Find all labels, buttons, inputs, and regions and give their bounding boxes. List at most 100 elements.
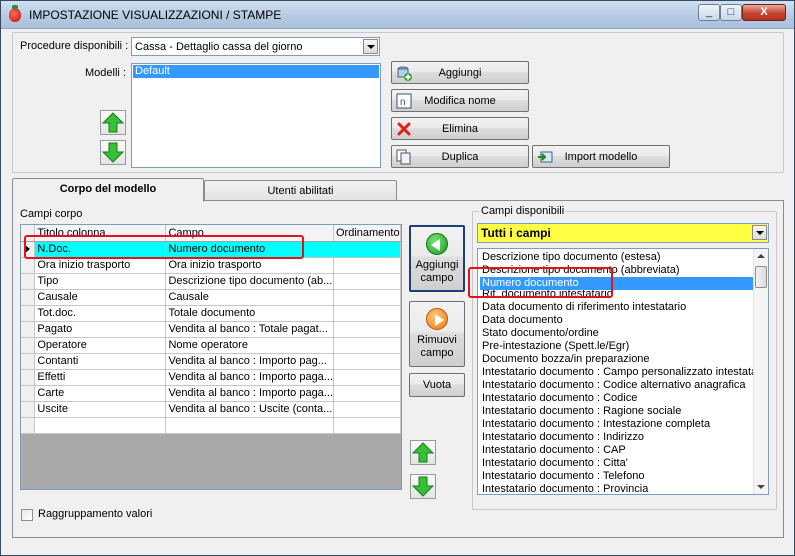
move-field-down-button[interactable] (410, 474, 436, 499)
scroll-up-icon[interactable] (757, 254, 765, 258)
maximize-button[interactable]: □ (720, 4, 742, 21)
column-header-title[interactable]: Titolo colonna (34, 225, 167, 242)
column-header-field[interactable]: Campo (165, 225, 334, 242)
cell-title[interactable]: Uscite (34, 401, 167, 418)
cell-order[interactable] (333, 401, 401, 418)
table-row-empty[interactable] (21, 417, 401, 434)
list-item[interactable]: Stato documento/ordine (480, 327, 756, 340)
add-model-button[interactable]: Aggiungi (391, 61, 529, 84)
import-model-button[interactable]: Import modello (532, 145, 670, 168)
table-row[interactable]: Carte Vendita al banco : Importo paga... (21, 385, 401, 402)
cell-field[interactable]: Ora inizio trasporto (165, 257, 334, 274)
column-header-order[interactable]: Ordinamento (333, 225, 401, 242)
grouping-checkbox[interactable] (21, 509, 33, 521)
table-row[interactable]: N.Doc. Numero documento (21, 241, 401, 258)
models-list[interactable]: Default (131, 63, 381, 168)
table-row[interactable]: Pagato Vendita al banco : Totale pagat..… (21, 321, 401, 338)
list-item[interactable]: Intestatario documento : Telefono (480, 470, 756, 483)
cell-field[interactable]: Vendita al banco : Totale pagat... (165, 321, 334, 338)
chevron-down-icon[interactable] (752, 225, 767, 240)
cell-order[interactable] (333, 305, 401, 322)
move-model-down-button[interactable] (100, 140, 126, 165)
cell-title[interactable]: Tot.doc. (34, 305, 167, 322)
list-item[interactable]: Documento bozza/in preparazione (480, 353, 756, 366)
table-row[interactable]: Causale Causale (21, 289, 401, 306)
table-row[interactable]: Tot.doc. Totale documento (21, 305, 401, 322)
close-button[interactable]: X (742, 4, 786, 21)
cell-title[interactable] (34, 417, 167, 434)
cell-order[interactable] (333, 289, 401, 306)
fields-filter-select[interactable]: Tutti i campi (477, 223, 769, 243)
list-item[interactable]: Intestatario documento : CAP (480, 444, 756, 457)
list-item[interactable]: Descrizione tipo documento (estesa) (480, 251, 756, 264)
cell-field[interactable]: Numero documento (165, 241, 334, 258)
body-fields-grid[interactable]: Titolo colonna Campo Ordinamento N.Doc. … (20, 224, 402, 490)
list-item[interactable]: Intestatario documento : Citta' (480, 457, 756, 470)
cell-field[interactable]: Causale (165, 289, 334, 306)
cell-field[interactable]: Descrizione tipo documento (ab... (165, 273, 334, 290)
procedures-select[interactable]: Cassa - Dettaglio cassa del giorno (131, 37, 380, 56)
cell-order[interactable] (333, 369, 401, 386)
chevron-down-icon[interactable] (363, 39, 378, 54)
list-item[interactable]: Rif. documento intestatario (480, 290, 756, 298)
title-bar[interactable]: IMPOSTAZIONE VISUALIZZAZIONI / STAMPE _ … (1, 1, 794, 29)
cell-order[interactable] (333, 241, 401, 258)
table-row[interactable]: Effetti Vendita al banco : Importo paga.… (21, 369, 401, 386)
scroll-thumb[interactable] (755, 266, 767, 288)
cell-title[interactable]: Causale (34, 289, 167, 306)
cell-field[interactable]: Vendita al banco : Importo paga... (165, 369, 334, 386)
cell-field[interactable] (165, 417, 334, 434)
scroll-down-icon[interactable] (757, 485, 765, 489)
cell-title[interactable]: Carte (34, 385, 167, 402)
list-item[interactable]: Intestatario documento : Indirizzo (480, 431, 756, 444)
cell-title[interactable]: Effetti (34, 369, 167, 386)
fields-list-scrollbar[interactable] (753, 249, 768, 494)
cell-field[interactable]: Totale documento (165, 305, 334, 322)
cell-field[interactable]: Vendita al banco : Importo paga... (165, 385, 334, 402)
list-item[interactable]: Intestatario documento : Codice (480, 392, 756, 405)
cell-order[interactable] (333, 385, 401, 402)
list-item[interactable]: Intestatario documento : Codice alternat… (480, 379, 756, 392)
empty-button[interactable]: Vuota (409, 373, 465, 397)
table-row[interactable]: Ora inizio trasporto Ora inizio trasport… (21, 257, 401, 274)
list-item[interactable]: Intestatario documento : Campo personali… (480, 366, 756, 379)
table-row[interactable]: Contanti Vendita al banco : Importo pag.… (21, 353, 401, 370)
cell-field[interactable]: Vendita al banco : Uscite (conta... (165, 401, 334, 418)
cell-field[interactable]: Vendita al banco : Importo pag... (165, 353, 334, 370)
cell-title[interactable]: Ora inizio trasporto (34, 257, 167, 274)
available-fields-list[interactable]: Descrizione tipo documento (estesa) Desc… (477, 248, 769, 495)
cell-title[interactable]: Pagato (34, 321, 167, 338)
remove-field-button[interactable]: Rimuovi campo (409, 301, 465, 367)
list-item[interactable]: Intestatario documento : Ragione sociale (480, 405, 756, 418)
duplicate-model-button[interactable]: Duplica (391, 145, 529, 168)
tab-enabled-users[interactable]: Utenti abilitati (204, 180, 397, 202)
cell-order[interactable] (333, 257, 401, 274)
list-item-selected[interactable]: Numero documento (480, 277, 756, 290)
list-item[interactable]: Intestatario documento : Intestazione co… (480, 418, 756, 431)
cell-field[interactable]: Nome operatore (165, 337, 334, 354)
cell-order[interactable] (333, 353, 401, 370)
rename-model-button[interactable]: n Modifica nome (391, 89, 529, 112)
list-item[interactable]: Data documento di riferimento intestatar… (480, 301, 756, 314)
tab-body-model[interactable]: Corpo del modello (12, 178, 204, 202)
cell-order[interactable] (333, 337, 401, 354)
list-item[interactable]: Data documento (480, 314, 756, 327)
cell-title[interactable]: Tipo (34, 273, 167, 290)
move-field-up-button[interactable] (410, 440, 436, 465)
cell-title[interactable]: Contanti (34, 353, 167, 370)
cell-order[interactable] (333, 273, 401, 290)
cell-order[interactable] (333, 417, 401, 434)
cell-title[interactable]: Operatore (34, 337, 167, 354)
add-field-button[interactable]: Aggiungi campo (409, 225, 465, 292)
move-model-up-button[interactable] (100, 110, 126, 135)
cell-title[interactable]: N.Doc. (34, 241, 167, 258)
table-row[interactable]: Uscite Vendita al banco : Uscite (conta.… (21, 401, 401, 418)
table-row[interactable]: Operatore Nome operatore (21, 337, 401, 354)
model-item-default[interactable]: Default (133, 65, 379, 78)
delete-model-button[interactable]: Elimina (391, 117, 529, 140)
list-item[interactable]: Descrizione tipo documento (abbreviata) (480, 264, 756, 277)
list-item[interactable]: Intestatario documento : Provincia (480, 483, 756, 494)
minimize-button[interactable]: _ (698, 4, 720, 21)
cell-order[interactable] (333, 321, 401, 338)
table-row[interactable]: Tipo Descrizione tipo documento (ab... (21, 273, 401, 290)
